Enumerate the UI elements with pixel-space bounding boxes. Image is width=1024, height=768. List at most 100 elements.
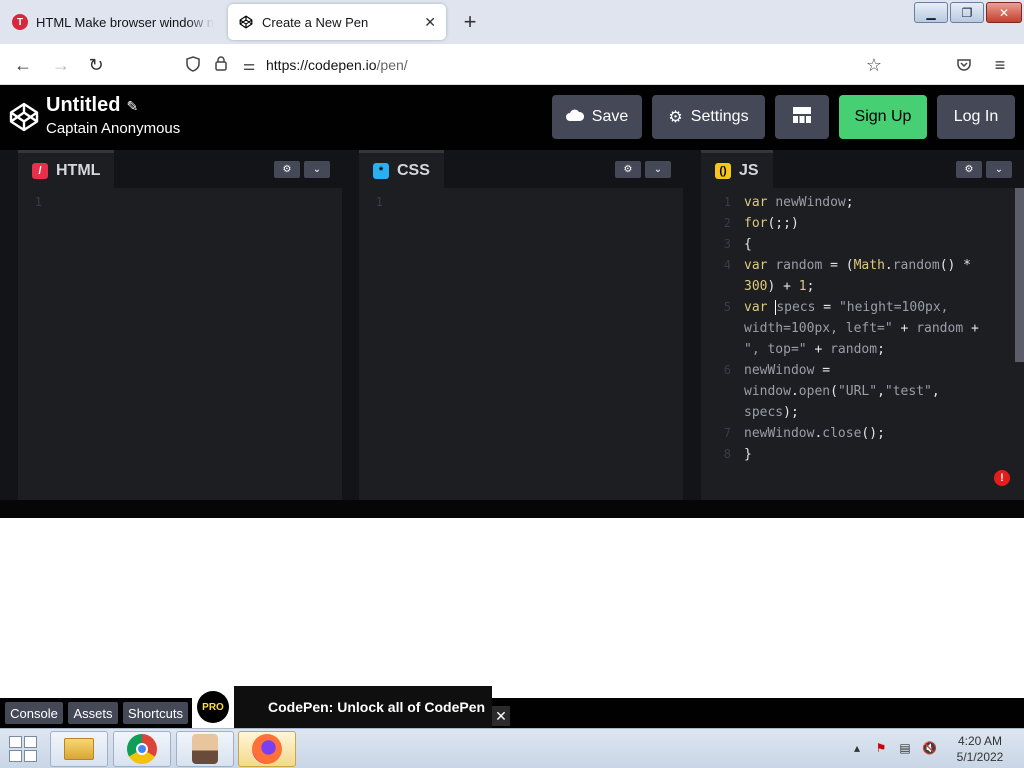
- permissions-icon[interactable]: ⚌: [238, 57, 260, 74]
- chrome-icon: [127, 734, 157, 764]
- code-token: ();: [861, 426, 885, 441]
- code-token: +: [806, 342, 831, 357]
- codepen-footer: Console Assets Shortcuts: [0, 698, 1024, 728]
- pocket-icon[interactable]: [951, 52, 977, 78]
- pane-chevron-down-icon[interactable]: ⌄: [986, 161, 1012, 178]
- network-icon[interactable]: ▤: [898, 741, 912, 755]
- taskbar-firefox[interactable]: [238, 731, 296, 767]
- pencil-icon[interactable]: ✎: [126, 98, 138, 114]
- js-pane-tab[interactable]: () JS: [701, 150, 773, 188]
- js-editor-pane[interactable]: () JS ⚙ ⌄ 1 2 3 4 5 6 7 8 var newWindow;…: [701, 150, 1024, 500]
- taskbar-user-app[interactable]: [176, 731, 234, 767]
- code-token: ) +: [767, 279, 799, 294]
- pane-header: () JS ⚙ ⌄: [701, 150, 1024, 188]
- code-token: ;: [845, 195, 854, 210]
- js-code-area[interactable]: 1 2 3 4 5 6 7 8 var newWindow; for(;;) {…: [701, 188, 1024, 500]
- url-path: /pen/: [376, 57, 408, 73]
- pen-title[interactable]: Untitled ✎: [46, 94, 138, 117]
- error-icon[interactable]: !: [994, 470, 1010, 486]
- taskbar-chrome[interactable]: [113, 731, 171, 767]
- taskbar-file-explorer[interactable]: [50, 731, 108, 767]
- code-token: (: [830, 384, 838, 399]
- settings-label: Settings: [690, 108, 749, 125]
- taskbar-clock[interactable]: 4:20 AM 5/1/2022: [948, 733, 1012, 765]
- code-token: width=100px, left=": [744, 321, 893, 336]
- code-token: );: [783, 405, 799, 420]
- volume-muted-icon[interactable]: 🔇: [922, 741, 937, 755]
- shortcuts-button[interactable]: Shortcuts: [123, 702, 188, 724]
- js-scrollbar[interactable]: [1015, 188, 1024, 362]
- line-number: 6: [723, 363, 731, 377]
- code-token: random: [892, 258, 940, 273]
- bookmark-star-icon[interactable]: ☆: [866, 55, 882, 76]
- clock-time: 4:20 AM: [957, 734, 1003, 748]
- line-number: 5: [723, 300, 731, 314]
- code-token: newWindow: [744, 426, 815, 441]
- line-number: 1: [723, 195, 731, 209]
- maximize-button[interactable]: ❐: [950, 2, 984, 23]
- flag-icon[interactable]: ⚑: [874, 741, 888, 755]
- code-token: =: [814, 363, 831, 378]
- code-token: (;;): [767, 216, 799, 231]
- css-pane-tab[interactable]: * CSS: [359, 150, 444, 188]
- pen-author: Captain Anonymous: [46, 120, 181, 137]
- editor-area: / HTML ⚙ ⌄ 1 * CSS ⚙ ⌄ 1 () JS ⚙ ⌄ 1 2 3…: [0, 150, 1024, 500]
- t-favicon-icon: T: [12, 14, 28, 30]
- chevron-up-icon[interactable]: ▴: [850, 741, 864, 755]
- code-token: newWindow: [775, 195, 846, 210]
- console-button[interactable]: Console: [5, 702, 63, 724]
- cloud-icon: [565, 108, 584, 126]
- pro-promo-banner[interactable]: PRO CodePen: Unlock all of CodePen: [192, 686, 492, 728]
- close-tab-icon[interactable]: ✕: [424, 14, 436, 31]
- layout-button[interactable]: [775, 95, 829, 139]
- menu-hamburger-icon[interactable]: ≡: [987, 52, 1013, 78]
- code-line: newWindow.close();: [744, 423, 1012, 444]
- pane-chevron-down-icon[interactable]: ⌄: [645, 161, 671, 178]
- code-token: random: [775, 258, 823, 273]
- browser-tab-html-question[interactable]: T HTML Make browser window no: [2, 4, 224, 40]
- windows-start-icon[interactable]: [6, 735, 40, 763]
- code-token: specs: [744, 405, 784, 420]
- new-tab-button[interactable]: +: [456, 8, 484, 36]
- lock-icon[interactable]: [210, 56, 232, 74]
- promo-close-icon[interactable]: ✕: [492, 706, 510, 726]
- js-pane-label: JS: [739, 161, 759, 179]
- css-pane-label: CSS: [397, 161, 430, 179]
- code-token: +: [892, 321, 917, 336]
- codepen-favicon-icon: [238, 14, 254, 30]
- save-button[interactable]: Save: [552, 95, 642, 139]
- css-lang-icon: *: [373, 162, 389, 179]
- code-token: }: [744, 447, 752, 462]
- css-code-area[interactable]: 1: [359, 188, 683, 500]
- css-editor-pane[interactable]: * CSS ⚙ ⌄ 1: [359, 150, 683, 500]
- back-arrow-icon[interactable]: ←: [10, 52, 36, 78]
- settings-button[interactable]: ⚙ Settings: [652, 95, 765, 139]
- code-token: "URL": [837, 384, 878, 399]
- code-line: width=100px, left=" + random +: [744, 318, 1012, 339]
- codepen-logo-icon[interactable]: [8, 101, 40, 133]
- html-code-area[interactable]: 1: [18, 188, 342, 500]
- minimize-button[interactable]: ▁: [914, 2, 948, 23]
- folder-icon: [64, 738, 94, 760]
- avatar-icon: [192, 734, 218, 764]
- pane-settings-gear-icon[interactable]: ⚙: [274, 161, 300, 178]
- line-number: 3: [723, 237, 731, 251]
- editor-resize-bar[interactable]: [0, 500, 1024, 518]
- pane-chevron-down-icon[interactable]: ⌄: [304, 161, 330, 178]
- reload-icon[interactable]: ↻: [83, 52, 109, 78]
- forward-arrow-icon[interactable]: →: [48, 52, 74, 78]
- code-line: var newWindow;: [744, 192, 1012, 213]
- log-in-button[interactable]: Log In: [937, 95, 1015, 139]
- code-token: specs: [775, 300, 816, 315]
- assets-button[interactable]: Assets: [68, 702, 118, 724]
- pane-settings-gear-icon[interactable]: ⚙: [956, 161, 982, 178]
- html-pane-tab[interactable]: / HTML: [18, 150, 115, 188]
- url-bar[interactable]: ⚌ https://codepen.io/pen/ ☆: [182, 50, 882, 80]
- pro-badge-icon: PRO: [197, 691, 229, 723]
- pane-settings-gear-icon[interactable]: ⚙: [615, 161, 641, 178]
- browser-tab-codepen[interactable]: Create a New Pen ✕: [228, 4, 446, 40]
- shield-icon[interactable]: [182, 55, 204, 75]
- sign-up-button[interactable]: Sign Up: [839, 95, 927, 139]
- html-editor-pane[interactable]: / HTML ⚙ ⌄ 1: [18, 150, 342, 500]
- close-window-button[interactable]: ✕: [986, 2, 1022, 23]
